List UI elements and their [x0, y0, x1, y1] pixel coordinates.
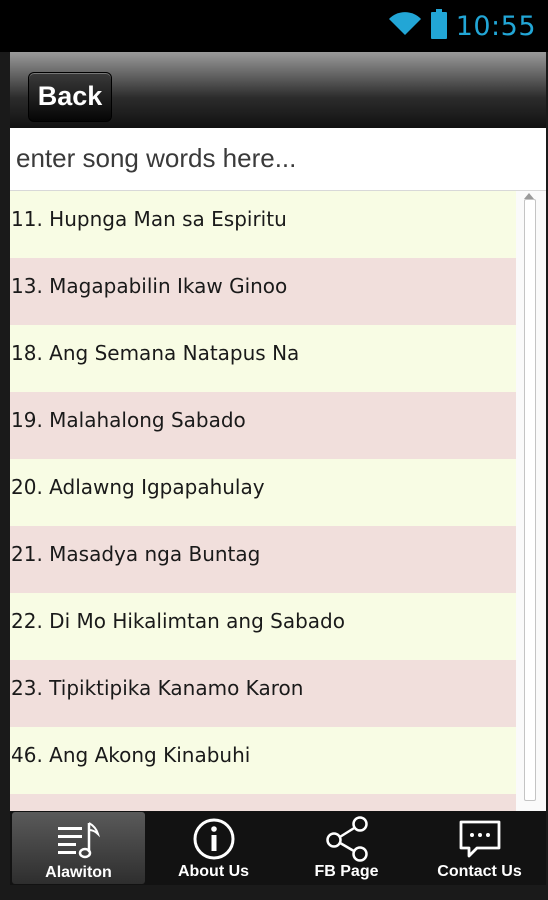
search-bar — [10, 128, 546, 191]
tab-label: FB Page — [314, 863, 379, 880]
list-item[interactable]: 21. Masadya nga Buntag — [10, 526, 516, 593]
list-item[interactable]: 46. Ang Akong Kinabuhi — [10, 727, 516, 794]
list-item[interactable] — [10, 794, 516, 811]
back-button[interactable]: Back — [28, 72, 112, 122]
status-icons: 10:55 — [388, 9, 536, 43]
list-item[interactable]: 19. Malahalong Sabado — [10, 392, 516, 459]
tab-about-us[interactable]: About Us — [147, 811, 280, 885]
info-icon — [192, 817, 236, 861]
list-item[interactable]: 22. Di Mo Hikalimtan ang Sabado — [10, 593, 516, 660]
battery-icon — [430, 9, 448, 43]
status-time: 10:55 — [455, 10, 536, 42]
tab-alawiton[interactable]: Alawiton — [12, 812, 145, 884]
bottom-tab-bar: Alawiton About Us FB Page Contact Us — [10, 811, 546, 885]
tab-label: Alawiton — [45, 864, 112, 881]
list-item[interactable]: 13. Magapabilin Ikaw Ginoo — [10, 258, 516, 325]
bottom-edge — [0, 885, 548, 900]
music-list-icon — [56, 818, 102, 862]
scrollbar-thumb[interactable] — [524, 199, 536, 801]
scrollbar[interactable] — [516, 191, 546, 811]
list-item[interactable]: 18. Ang Semana Natapus Na — [10, 325, 516, 392]
share-icon — [323, 816, 371, 862]
tab-label: About Us — [177, 863, 250, 880]
list-item[interactable]: 11. Hupnga Man sa Espiritu — [10, 191, 516, 258]
song-list: 11. Hupnga Man sa Espiritu 13. Magapabil… — [10, 191, 516, 811]
status-bar: 10:55 — [0, 0, 548, 52]
tab-contact-us[interactable]: Contact Us — [413, 811, 546, 885]
list-item[interactable]: 23. Tipiktipika Kanamo Karon — [10, 660, 516, 727]
search-input[interactable] — [16, 134, 536, 182]
tab-fb-page[interactable]: FB Page — [280, 811, 413, 885]
tab-label: Contact Us — [437, 863, 522, 880]
chat-bubble-icon — [457, 817, 503, 861]
list-item[interactable]: 20. Adlawng Igpapahulay — [10, 459, 516, 526]
wifi-icon — [388, 11, 422, 41]
